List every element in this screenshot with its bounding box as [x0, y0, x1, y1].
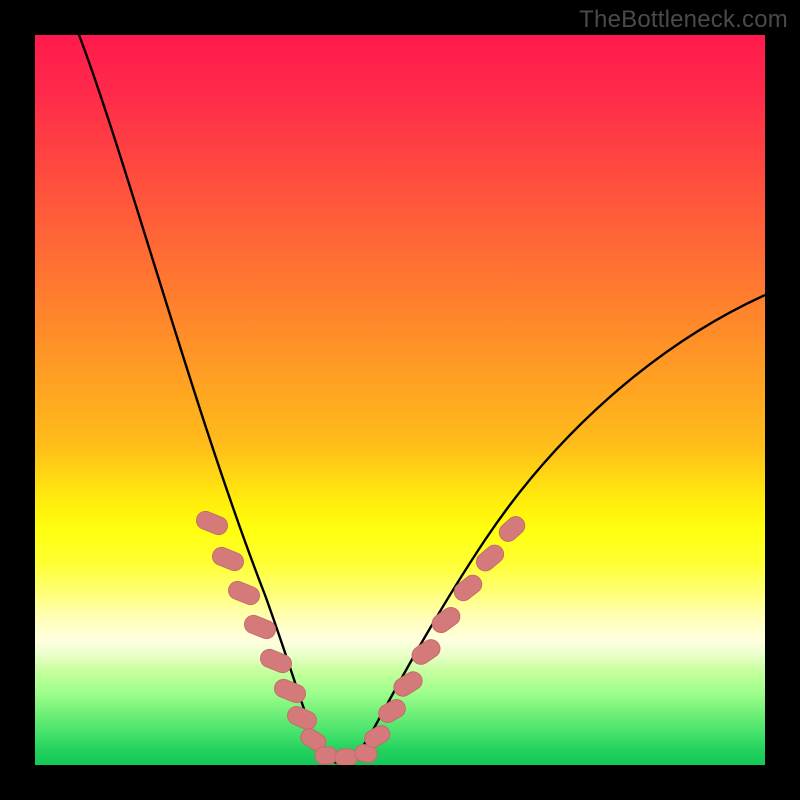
watermark-text: TheBottleneck.com — [579, 6, 788, 34]
left-markers — [194, 509, 329, 754]
chart-frame: TheBottleneck.com — [0, 0, 800, 800]
curve-layer — [35, 35, 765, 765]
plot-area — [35, 35, 765, 765]
right-markers — [362, 513, 529, 750]
